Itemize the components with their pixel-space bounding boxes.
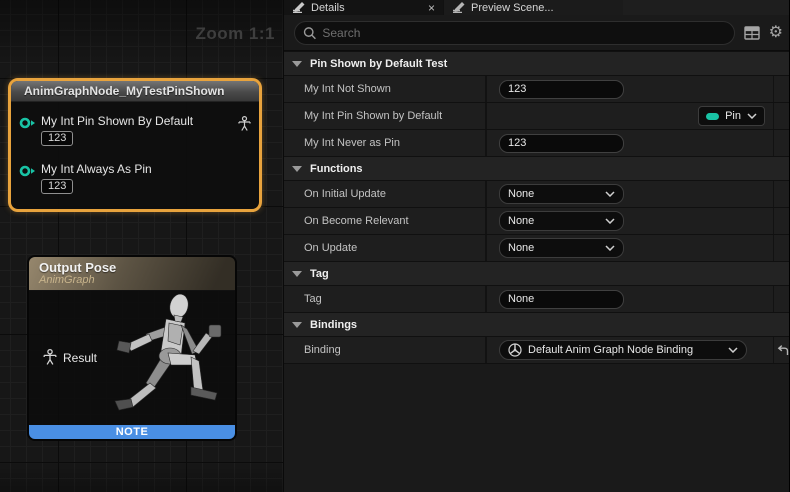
- tab-label: Details: [311, 2, 345, 14]
- node-header[interactable]: Output Pose AnimGraph: [29, 257, 235, 291]
- search-box[interactable]: [294, 21, 735, 45]
- search-icon: [303, 26, 316, 40]
- on-update-dropdown[interactable]: None: [499, 238, 624, 258]
- details-empty-area: [284, 363, 789, 477]
- pose-pin-icon: [43, 349, 57, 366]
- pin-mode-dropdown[interactable]: Pin: [698, 106, 765, 126]
- binding-anchor-icon: [508, 343, 522, 357]
- property-row: On Become Relevant None: [284, 207, 789, 234]
- property-row: On Update None: [284, 234, 789, 261]
- property-list: Pin Shown by Default Test My Int Not Sho…: [284, 51, 789, 492]
- property-row: Binding Default Anim Graph Node Binding: [284, 336, 789, 363]
- tab-details[interactable]: Details ×: [284, 0, 443, 15]
- tab-close-icon[interactable]: ×: [428, 3, 435, 13]
- pin-row: My Int Pin Shown By Default 123: [11, 114, 259, 146]
- result-pin-label: Result: [63, 351, 97, 365]
- node-animgraphnode-mytestpinshown[interactable]: AnimGraphNode_MyTestPinShown My Int Pin …: [8, 78, 262, 212]
- details-panel: Details × Preview Scene... ⚙ Pin Shown: [284, 0, 789, 492]
- collapse-caret-icon: [292, 322, 302, 328]
- property-label: My Int Not Shown: [284, 76, 487, 102]
- pin-label: My Int Always As Pin: [41, 162, 152, 176]
- collapse-caret-icon: [292, 271, 302, 277]
- chevron-down-icon: [605, 245, 615, 251]
- chevron-down-icon: [728, 347, 738, 353]
- property-row: My Int Never as Pin: [284, 129, 789, 156]
- row-reset-column: [773, 208, 789, 234]
- chevron-down-icon: [747, 113, 757, 119]
- mannequin-image: [113, 293, 231, 432]
- property-row: My Int Pin Shown by Default Pin: [284, 102, 789, 129]
- property-label: My Int Pin Shown by Default: [284, 103, 487, 129]
- on-initial-update-dropdown[interactable]: None: [499, 184, 624, 204]
- pin-default-value[interactable]: 123: [41, 131, 73, 146]
- section-header-functions[interactable]: Functions: [284, 156, 789, 180]
- int-pin-icon[interactable]: [19, 116, 37, 134]
- property-label: On Become Relevant: [284, 208, 487, 234]
- row-reset-column: [773, 130, 789, 156]
- tab-label: Preview Scene...: [471, 2, 554, 14]
- my-int-not-shown-input[interactable]: [499, 80, 624, 99]
- tab-preview-scene[interactable]: Preview Scene...: [443, 0, 623, 15]
- tab-bar: Details × Preview Scene...: [284, 0, 789, 15]
- node-output-pose[interactable]: Output Pose AnimGraph: [27, 255, 237, 441]
- chevron-down-icon: [605, 218, 615, 224]
- property-label: On Initial Update: [284, 181, 487, 207]
- graph-canvas[interactable]: Zoom 1:1 AnimGraphNode_MyTestPinShown My…: [0, 0, 284, 492]
- chevron-down-icon: [605, 191, 615, 197]
- binding-dropdown[interactable]: Default Anim Graph Node Binding: [499, 340, 747, 360]
- property-label: Binding: [284, 337, 487, 363]
- collapse-caret-icon: [292, 166, 302, 172]
- section-header-bindings[interactable]: Bindings: [284, 312, 789, 336]
- anim-blueprint-editor: Zoom 1:1 AnimGraphNode_MyTestPinShown My…: [0, 0, 790, 492]
- property-label: Tag: [284, 286, 487, 312]
- collapse-caret-icon: [292, 61, 302, 67]
- node-title: Output Pose: [39, 260, 235, 275]
- search-row: ⚙: [284, 15, 789, 51]
- row-reset-column: [773, 76, 789, 102]
- node-header[interactable]: AnimGraphNode_MyTestPinShown: [11, 81, 259, 102]
- pin-label: My Int Pin Shown By Default: [41, 114, 193, 128]
- int-pin-icon[interactable]: [19, 164, 37, 182]
- tag-input[interactable]: [499, 290, 624, 309]
- my-int-never-as-pin-input[interactable]: [499, 134, 624, 153]
- property-row: My Int Not Shown: [284, 75, 789, 102]
- property-label: On Update: [284, 235, 487, 261]
- pin-default-value[interactable]: 123: [41, 179, 73, 194]
- note-bar[interactable]: NOTE: [29, 425, 235, 439]
- display-filter-icon[interactable]: [744, 26, 760, 40]
- property-row: Tag: [284, 285, 789, 312]
- reset-arrow-icon: [775, 345, 789, 356]
- node-title: AnimGraphNode_MyTestPinShown: [24, 84, 224, 98]
- details-tab-icon: [292, 2, 305, 13]
- node-subtitle: AnimGraph: [39, 274, 235, 286]
- preview-scene-tab-icon: [452, 2, 465, 13]
- result-pin[interactable]: Result: [43, 349, 97, 366]
- row-reset-column: [773, 181, 789, 207]
- row-reset-column: [773, 103, 789, 129]
- row-reset-column: [773, 235, 789, 261]
- person-pin-icon[interactable]: [238, 116, 251, 137]
- reset-to-default-button[interactable]: [773, 337, 789, 363]
- property-label: My Int Never as Pin: [284, 130, 487, 156]
- on-become-relevant-dropdown[interactable]: None: [499, 211, 624, 231]
- section-header-tag[interactable]: Tag: [284, 261, 789, 285]
- search-input[interactable]: [322, 26, 725, 40]
- pin-row: My Int Always As Pin 123: [11, 162, 259, 194]
- zoom-level-label: Zoom 1:1: [195, 24, 275, 44]
- pin-pill-icon: [706, 113, 719, 120]
- settings-gear-icon[interactable]: ⚙: [769, 25, 783, 41]
- row-reset-column: [773, 286, 789, 312]
- section-header-pin-shown[interactable]: Pin Shown by Default Test: [284, 51, 789, 75]
- property-row: On Initial Update None: [284, 180, 789, 207]
